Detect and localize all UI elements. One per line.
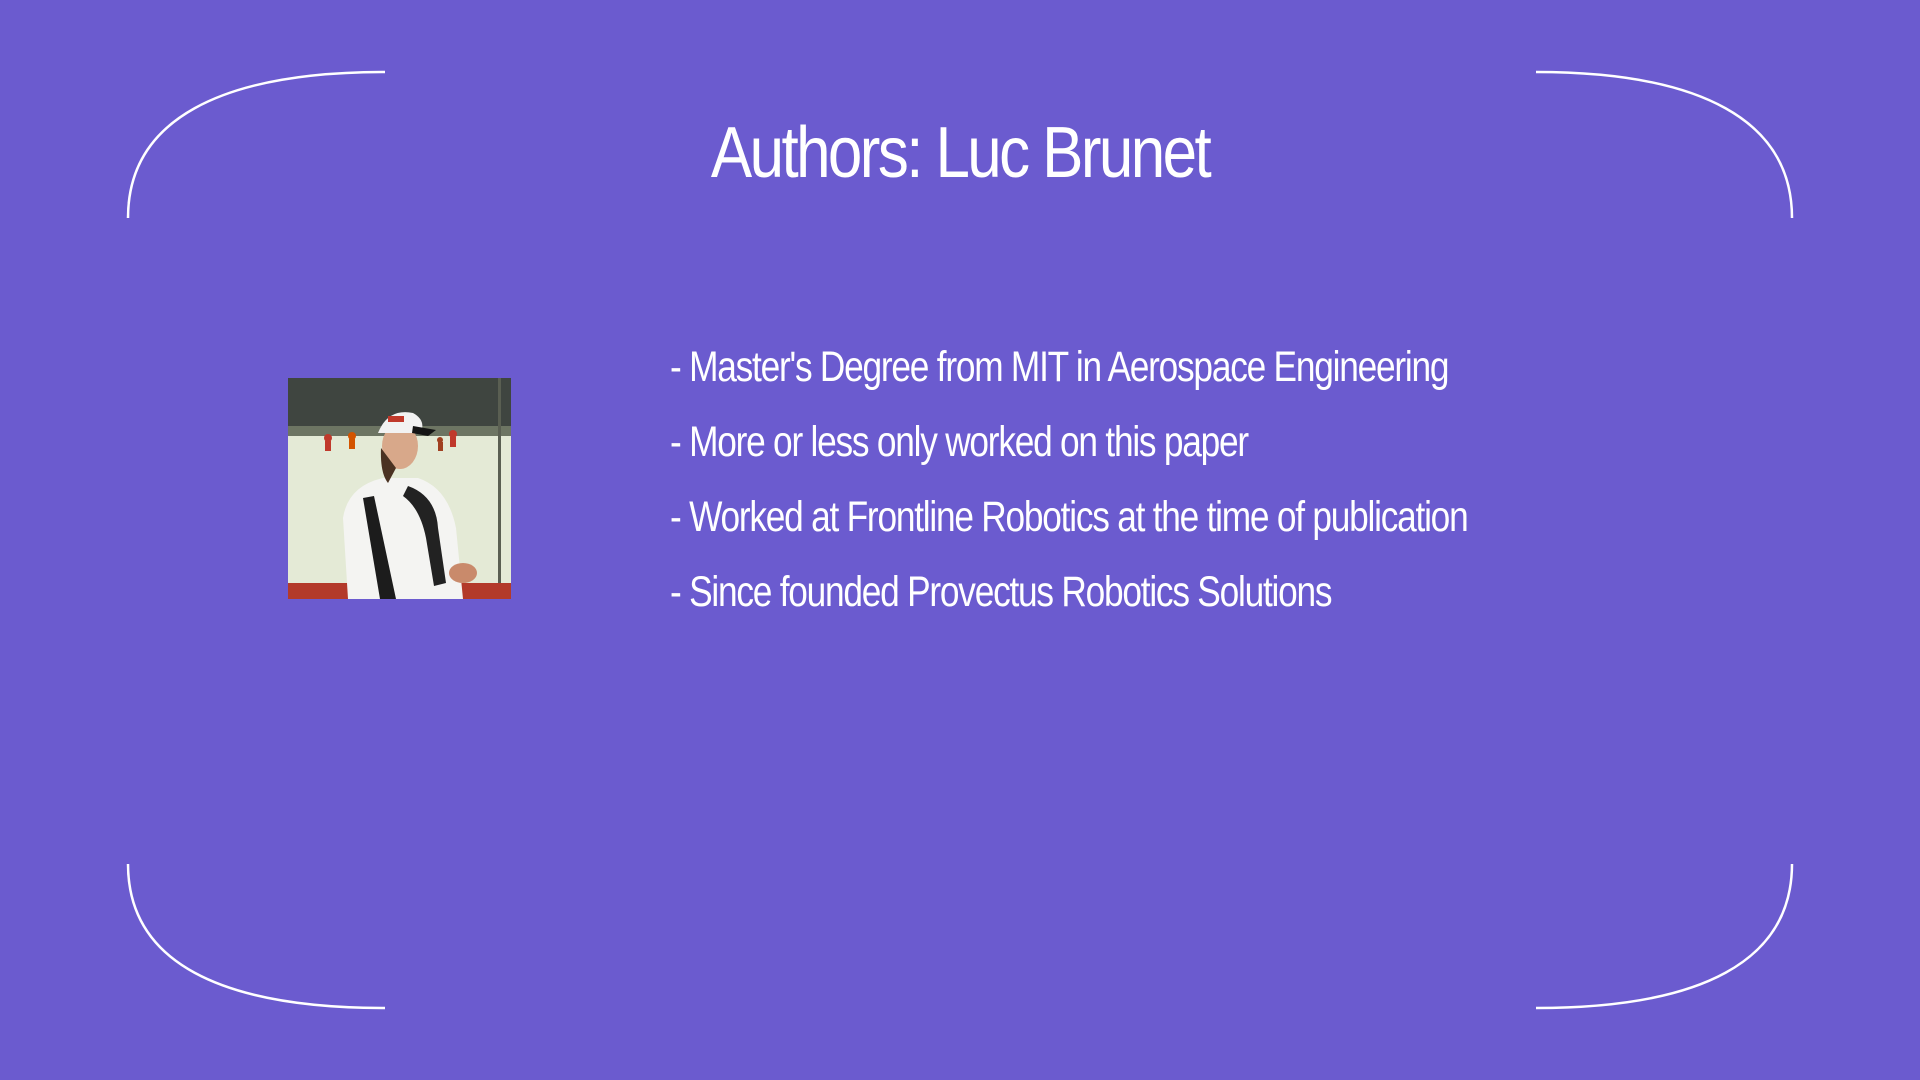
author-photo: [288, 378, 511, 599]
author-bullet-list: - Master's Degree from MIT in Aerospace …: [670, 330, 1820, 630]
bullet-item: - Since founded Provectus Robotics Solut…: [670, 568, 1333, 616]
bullet-item: - Worked at Frontline Robotics at the ti…: [670, 493, 1469, 541]
bullet-item: - More or less only worked on this paper: [670, 418, 1249, 466]
frame-corner-bottom-right: [1535, 863, 1794, 1010]
slide-title: Authors: Luc Brunet: [710, 113, 1212, 193]
bullet-item: - Master's Degree from MIT in Aerospace …: [670, 343, 1449, 391]
frame-corner-bottom-left: [126, 863, 386, 1010]
